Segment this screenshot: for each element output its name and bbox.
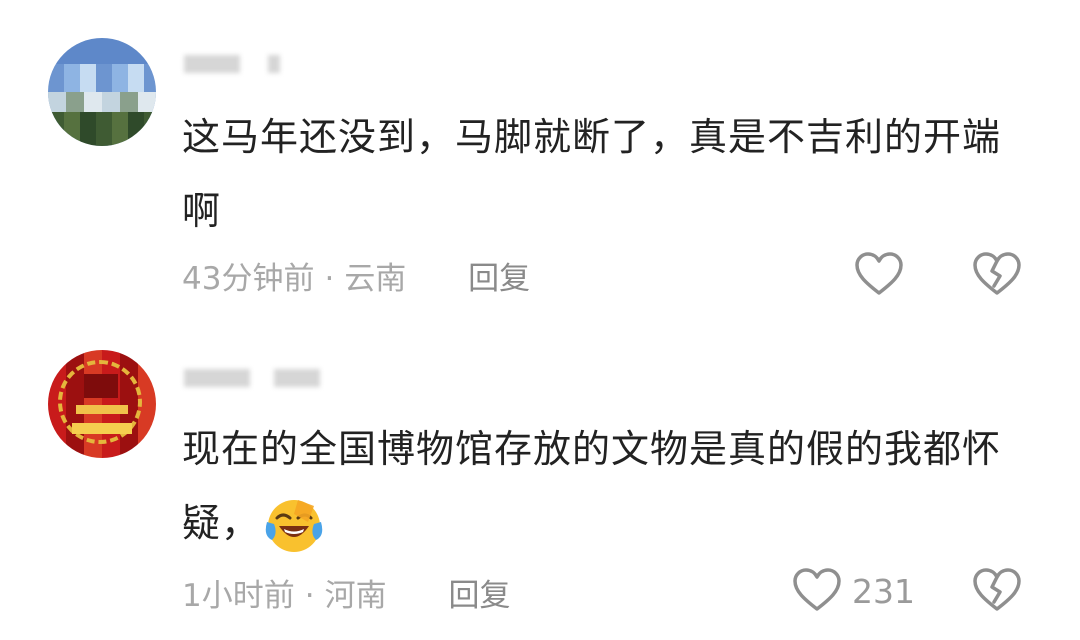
comment-location: 云南: [344, 261, 407, 297]
comment-time: 43分钟前: [182, 261, 315, 297]
comment-text: 现在的全国博物馆存放的文物是真的假的我都怀疑，: [182, 412, 1022, 560]
comment-text: 这马年还没到，马脚就断了，真是不吉利的开端啊: [182, 115, 1002, 233]
user-avatar[interactable]: [48, 350, 156, 458]
reply-button[interactable]: 回复: [448, 578, 510, 614]
reply-button[interactable]: 回复: [468, 261, 530, 297]
crying-laughing-emoji-icon: [265, 499, 323, 552]
comment-time: 1小时前: [182, 578, 295, 614]
heart-icon[interactable]: [854, 252, 904, 296]
meta-separator: ·: [324, 261, 335, 297]
broken-heart-icon[interactable]: [972, 252, 1022, 296]
comment-meta: 43分钟前 · 云南 回复: [182, 253, 530, 298]
broken-heart-icon[interactable]: [972, 568, 1022, 612]
like-count: 231: [852, 572, 915, 611]
comment-meta: 1小时前 · 河南 回复: [182, 570, 510, 615]
user-avatar[interactable]: [48, 38, 156, 146]
comment-location: 河南: [324, 578, 387, 614]
username-blurred[interactable]: [184, 362, 321, 390]
username-blurred[interactable]: [184, 48, 281, 76]
heart-icon[interactable]: [792, 568, 842, 612]
meta-separator: ·: [304, 578, 315, 614]
